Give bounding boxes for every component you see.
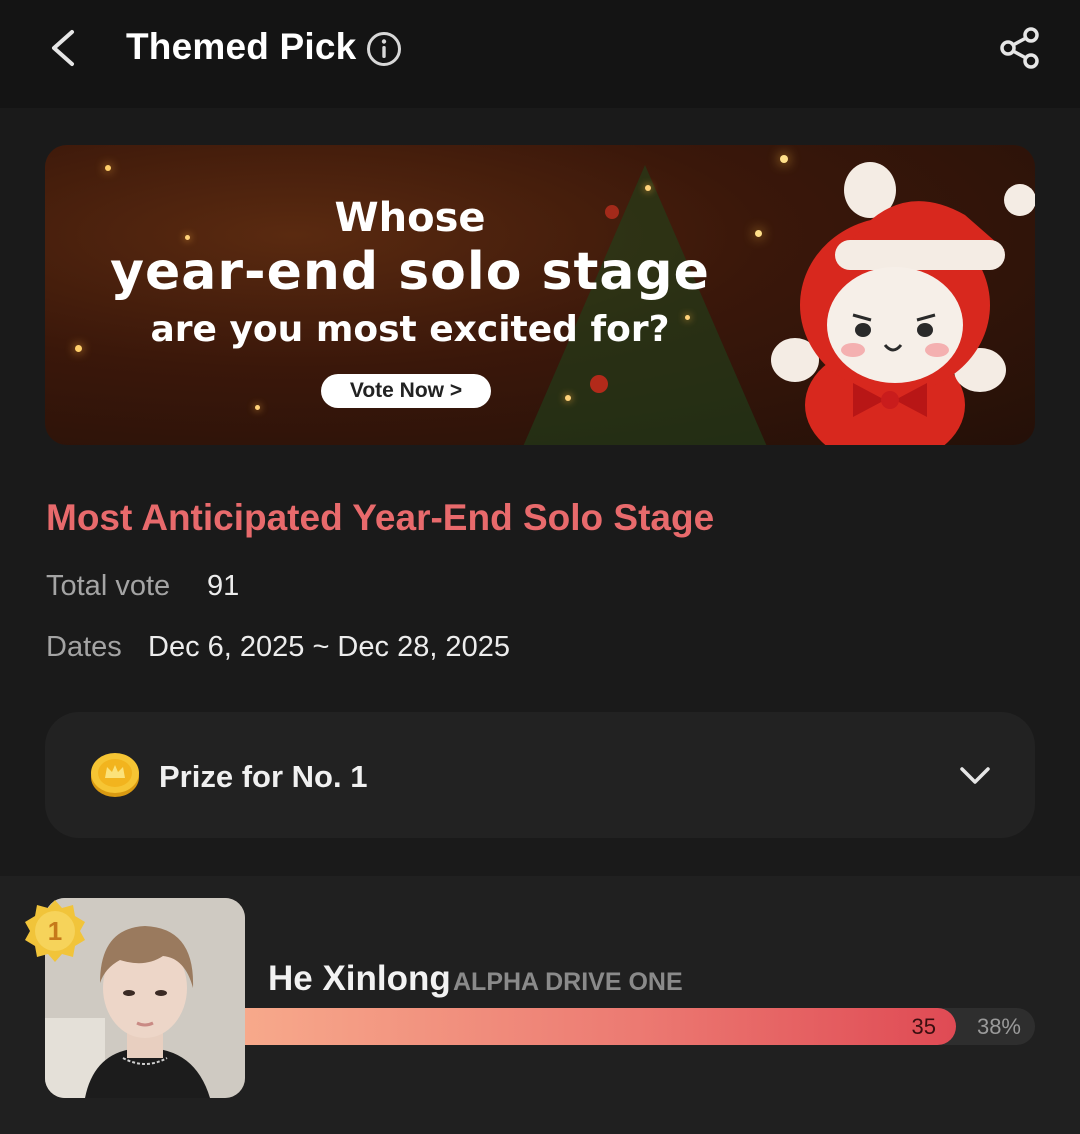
- banner-line-3: are you most excited for?: [150, 309, 670, 350]
- promo-banner[interactable]: Whose year-end solo stage are you most e…: [45, 145, 1035, 445]
- banner-line-1: Whose: [334, 195, 486, 241]
- vote-now-button[interactable]: Vote Now >: [321, 374, 491, 408]
- vote-count: 35: [911, 1014, 936, 1039]
- bunny-mascot-illustration: [771, 162, 1035, 445]
- candidate-name[interactable]: He Xinlong: [268, 959, 451, 999]
- dates-value: Dec 6, 2025 ~ Dec 28, 2025: [148, 631, 510, 663]
- vote-progress-fill: 35: [245, 1008, 956, 1045]
- candidate-group: ALPHA DRIVE ONE: [453, 968, 683, 996]
- total-vote-value: 91: [207, 570, 240, 602]
- prize-label: Prize for No. 1: [159, 759, 368, 794]
- back-arrow-icon[interactable]: [40, 24, 88, 72]
- app-bar: Themed Pick: [0, 0, 1080, 108]
- ranking-list: 1 He Xinlong ALPHA DRIVE ONE 35 38%: [0, 876, 1080, 1134]
- prize-dropdown[interactable]: Prize for No. 1: [45, 712, 1035, 838]
- info-icon[interactable]: [366, 31, 402, 67]
- page-title: Themed Pick: [126, 26, 357, 67]
- total-vote-label: Total vote: [46, 570, 171, 602]
- chevron-down-icon[interactable]: [957, 760, 993, 792]
- coin-icon: [91, 753, 139, 797]
- share-icon[interactable]: [996, 24, 1044, 72]
- event-title: Most Anticipated Year-End Solo Stage: [46, 497, 715, 538]
- dates-label: Dates: [46, 631, 122, 663]
- vote-percent: 38%: [976, 1014, 1021, 1039]
- rank-1-medal-icon: 1: [25, 900, 85, 962]
- vote-progress-track: 35 38%: [245, 1008, 1035, 1045]
- rank-number: 1: [48, 916, 62, 946]
- banner-headline: Whose year-end solo stage are you most e…: [90, 195, 730, 357]
- banner-line-2: year-end solo stage: [110, 242, 710, 302]
